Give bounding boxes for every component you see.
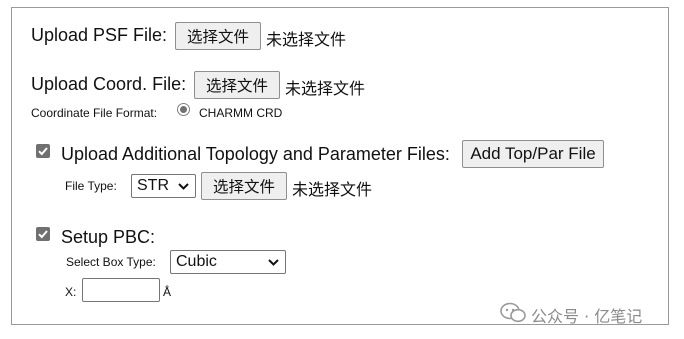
- psf-file-status: 未选择文件: [266, 30, 347, 49]
- psf-label: Upload PSF File:: [31, 25, 168, 45]
- topology-file-status: 未选择文件: [292, 180, 373, 199]
- x-size-input[interactable]: [82, 278, 160, 302]
- file-type-label: File Type:: [65, 179, 117, 193]
- angstrom-unit: Å: [163, 285, 172, 299]
- coord-label: Upload Coord. File:: [31, 74, 187, 94]
- coord-format-label: Coordinate File Format:: [31, 106, 158, 120]
- box-type-select[interactable]: Cubic: [170, 250, 286, 274]
- pbc-checkbox[interactable]: [36, 227, 50, 241]
- coord-file-status: 未选择文件: [285, 79, 366, 98]
- box-type-value: Cubic: [176, 253, 217, 270]
- watermark-text: 公众号 · 亿笔记: [531, 307, 643, 326]
- coord-format-radio[interactable]: [177, 103, 190, 116]
- file-type-select[interactable]: STR: [131, 174, 196, 198]
- psf-choose-file-button[interactable]: 选择文件: [175, 22, 261, 50]
- radio-dot: [180, 106, 187, 113]
- x-label: X:: [65, 285, 77, 299]
- topology-choose-file-button[interactable]: 选择文件: [201, 172, 287, 200]
- topology-checkbox[interactable]: [36, 144, 50, 158]
- checkmark-icon: [38, 230, 48, 239]
- box-type-label: Select Box Type:: [66, 255, 156, 269]
- chevron-down-icon: [178, 183, 189, 190]
- pbc-label: Setup PBC:: [61, 227, 156, 247]
- coord-format-option: CHARMM CRD: [199, 106, 283, 120]
- chevron-down-icon: [268, 259, 279, 266]
- add-top-par-file-button[interactable]: Add Top/Par File: [462, 140, 604, 168]
- topology-label: Upload Additional Topology and Parameter…: [61, 144, 450, 164]
- checkmark-icon: [38, 147, 48, 156]
- file-type-value: STR: [137, 177, 169, 194]
- wechat-icon: [500, 302, 526, 323]
- coord-choose-file-button[interactable]: 选择文件: [194, 71, 280, 99]
